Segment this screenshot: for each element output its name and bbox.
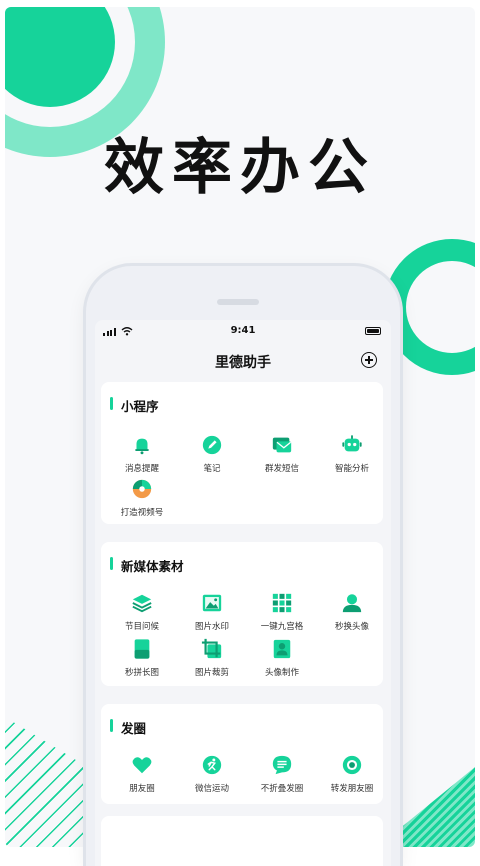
- section-card-mini-programs: 小程序 消息提醒 笔记 群发短信 智能分析 打造视频号: [101, 382, 383, 524]
- tile-nine-grid[interactable]: 一键九宫格: [247, 592, 317, 632]
- crop-icon: [201, 638, 222, 659]
- pen-icon: [202, 435, 222, 455]
- hero-title: 效率办公: [104, 133, 376, 203]
- robot-icon: [342, 435, 362, 452]
- aperture-icon: [342, 755, 362, 775]
- grid-icon: [272, 593, 292, 613]
- section-card-new-media: 新媒体素材 节目问候 图片水印 一键九宫格 秒换头像 秒拼长图 图片裁剪 头像制…: [101, 542, 383, 686]
- avatar-icon: [342, 594, 362, 613]
- tile-long-image[interactable]: 秒拼长图: [107, 638, 177, 678]
- tile-notes[interactable]: 笔记: [177, 434, 247, 474]
- section-title: 小程序: [121, 399, 159, 414]
- tile-label: 秒换头像: [334, 622, 369, 632]
- envelope-icon: [272, 437, 292, 453]
- tile-label: 消息提醒: [124, 464, 159, 474]
- section-card-moments: 发圈 朋友圈 微信运动 不折叠发圈 转发朋友圈: [101, 704, 383, 804]
- tile-label: 笔记: [203, 464, 221, 474]
- tile-moments[interactable]: 朋友圈: [107, 754, 177, 794]
- tile-smart-analysis[interactable]: 智能分析: [317, 434, 387, 474]
- section-accent-bar: [110, 719, 113, 732]
- tile-label: 微信运动: [194, 784, 229, 794]
- chat-lines-icon: [272, 755, 292, 775]
- section-accent-bar: [110, 397, 113, 410]
- tile-holiday-greeting[interactable]: 节目问候: [107, 592, 177, 632]
- app-bar: 里德助手: [95, 344, 391, 380]
- avatar-maker-icon: [273, 639, 291, 659]
- tile-label: 智能分析: [334, 464, 369, 474]
- status-bar: 9:41: [95, 320, 391, 344]
- tile-message-reminder[interactable]: 消息提醒: [107, 434, 177, 474]
- tile-label: 秒拼长图: [124, 668, 159, 678]
- next-section-card: [101, 816, 383, 866]
- tile-image-crop[interactable]: 图片裁剪: [177, 638, 247, 678]
- bell-icon: [135, 438, 149, 455]
- tile-label: 朋友圈: [129, 784, 155, 794]
- long-image-icon: [134, 639, 150, 659]
- layers-icon: [132, 594, 152, 613]
- section-title: 新媒体素材: [121, 559, 184, 574]
- phone-mockup: 9:41 里德助手 小程序 消息提醒 笔记 群发短信 智能分析 打造视频号 新媒…: [86, 266, 400, 866]
- status-time: 9:41: [230, 325, 256, 336]
- phone-screen: 9:41 里德助手 小程序 消息提醒 笔记 群发短信 智能分析 打造视频号 新媒…: [95, 320, 391, 866]
- video-flower-icon: [132, 479, 152, 499]
- tile-label: 节目问候: [124, 622, 159, 632]
- tile-label: 一键九宫格: [260, 622, 304, 632]
- tile-label: 转发朋友圈: [330, 784, 374, 794]
- app-title: 里德助手: [215, 355, 271, 371]
- battery-icon: [365, 327, 381, 335]
- tile-mass-sms[interactable]: 群发短信: [247, 434, 317, 474]
- tile-label: 头像制作: [264, 668, 299, 678]
- run-icon: [202, 755, 222, 775]
- section-title: 发圈: [121, 721, 147, 736]
- tile-create-video-account[interactable]: 打造视频号: [107, 478, 177, 518]
- plus-circle-icon[interactable]: [361, 352, 377, 368]
- section-accent-bar: [110, 557, 113, 570]
- tile-label: 群发短信: [264, 464, 299, 474]
- phone-speaker: [217, 299, 259, 305]
- tile-label: 图片裁剪: [194, 668, 229, 678]
- tile-wechat-sport[interactable]: 微信运动: [177, 754, 247, 794]
- tile-swap-avatar[interactable]: 秒换头像: [317, 592, 387, 632]
- tile-image-watermark[interactable]: 图片水印: [177, 592, 247, 632]
- tile-forward-moments[interactable]: 转发朋友圈: [317, 754, 387, 794]
- tile-label: 不折叠发圈: [260, 784, 304, 794]
- tile-label: 图片水印: [194, 622, 229, 632]
- tile-no-fold-post[interactable]: 不折叠发圈: [247, 754, 317, 794]
- tile-label: 打造视频号: [120, 508, 164, 518]
- tile-avatar-maker[interactable]: 头像制作: [247, 638, 317, 678]
- heart-icon: [132, 757, 152, 774]
- image-icon: [202, 594, 222, 612]
